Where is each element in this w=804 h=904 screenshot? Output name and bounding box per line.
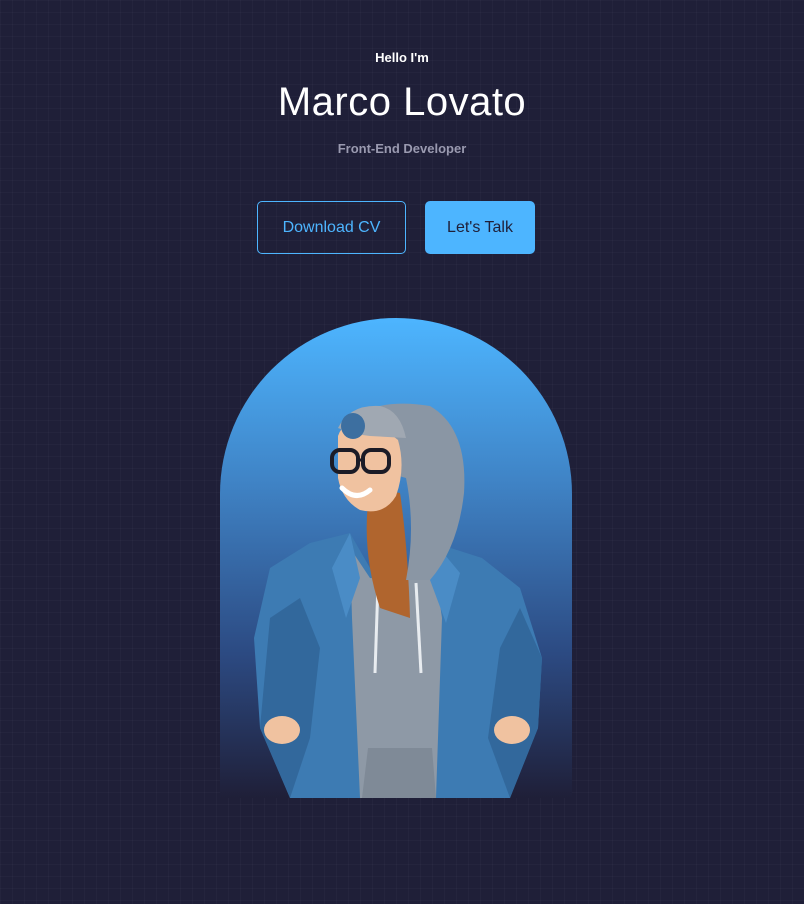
hero-section: Hello I'm Marco Lovato Front-End Develop…	[0, 0, 804, 904]
greeting-text: Hello I'm	[375, 50, 429, 65]
portrait-arch	[220, 318, 572, 798]
lets-talk-button[interactable]: Let's Talk	[425, 201, 535, 254]
page-title: Marco Lovato	[277, 80, 527, 124]
portrait-photo	[254, 403, 542, 798]
cta-buttons: Download CV Let's Talk	[257, 201, 535, 254]
role-subtitle: Front-End Developer	[337, 141, 467, 156]
download-cv-button[interactable]: Download CV	[257, 201, 406, 254]
